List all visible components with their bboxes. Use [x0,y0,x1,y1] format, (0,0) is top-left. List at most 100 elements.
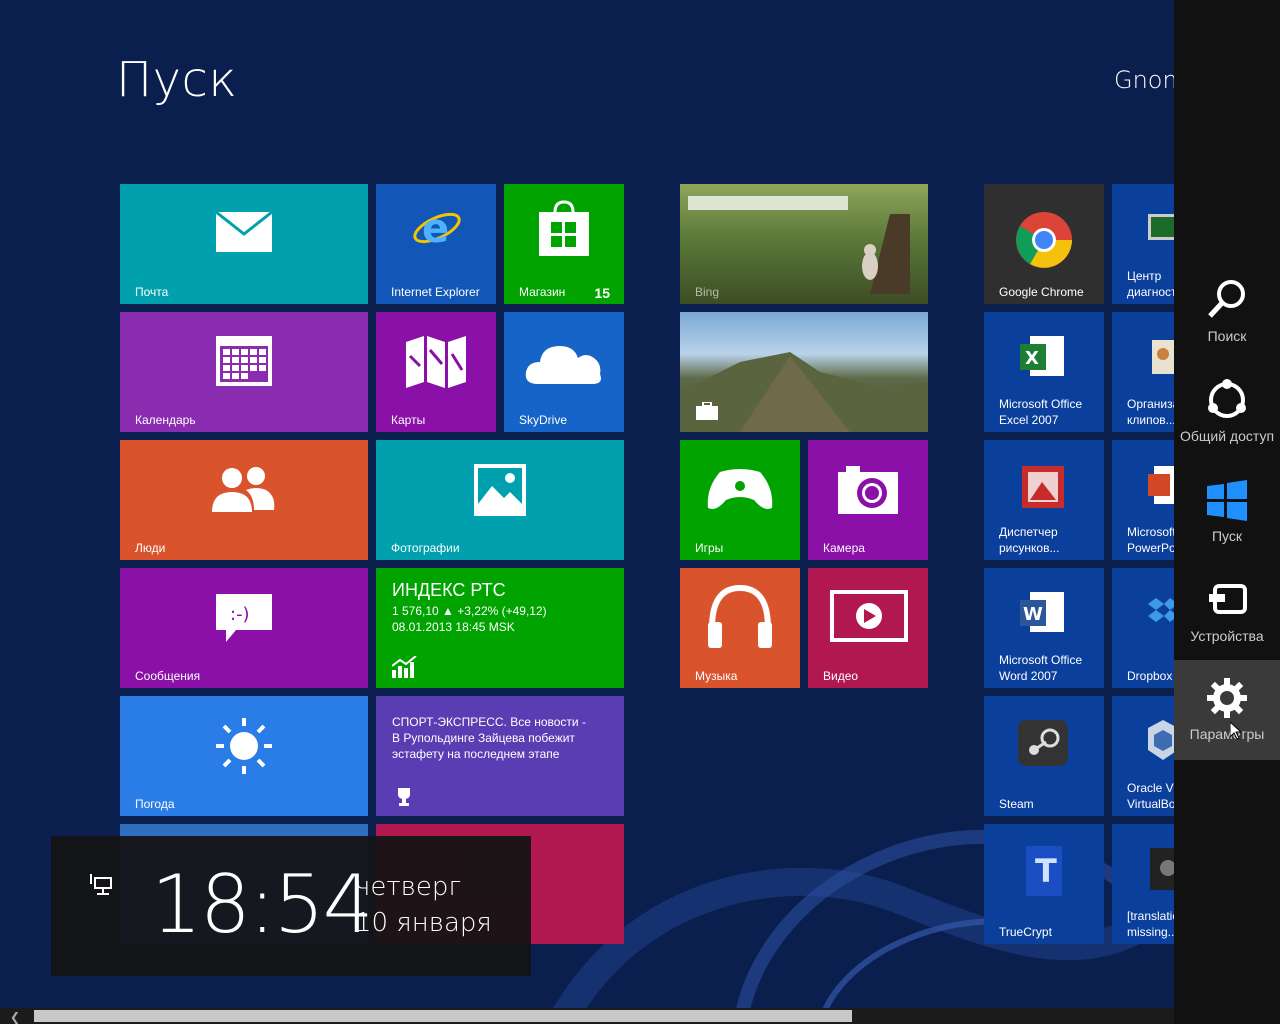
windows-logo-icon [1207,480,1247,521]
charm-devices[interactable]: Устройства [1174,562,1280,662]
clock-date: 10 января [355,908,492,938]
tile-skydrive[interactable]: SkyDrive [504,312,624,432]
gear-icon [1207,678,1247,718]
tile-powerpoint[interactable]: Microsoft Office PowerPoint [1112,440,1174,560]
tile-label: Диспетчер рисунков... [999,525,1060,555]
scroll-left-icon[interactable]: ❮ [10,1010,20,1024]
tile-label: Музыка [695,669,738,683]
tile-maps[interactable]: Карты [376,312,496,432]
suitcase-icon [696,402,718,420]
share-icon [1208,379,1246,418]
tile-clip-organizer[interactable]: Организатор клипов... [1112,312,1174,432]
clock-time: 18:54 [151,858,374,951]
scroll-thumb[interactable] [34,1010,852,1022]
store-bag-icon [539,200,589,256]
tile-messaging[interactable]: :-) Сообщения [120,568,368,688]
tile-label: [translation missing... [1127,909,1174,939]
horizontal-scrollbar[interactable]: ❮ [0,1008,1174,1024]
tile-steam[interactable]: Steam [984,696,1104,816]
tile-travel[interactable] [680,312,928,432]
tile-dropbox[interactable]: Dropbox [1112,568,1174,688]
camera-icon [838,466,898,514]
charm-settings[interactable]: Параметры [1174,660,1280,760]
clip-icon [1152,340,1174,374]
tile-label: Календарь [135,413,196,427]
people-icon [212,467,275,512]
tile-picture-manager[interactable]: Диспетчер рисунков... [984,440,1104,560]
tile-camera[interactable]: Камера [808,440,928,560]
powerpoint-icon [1148,466,1174,504]
devices-icon [1209,584,1247,614]
tile-label: TrueCrypt [999,925,1052,939]
steam-icon [1018,720,1068,766]
finance-date: 08.01.2013 18:45 MSK [392,620,515,634]
gamepad-icon [707,469,773,509]
cloud-icon [525,346,601,384]
photo-icon [474,464,526,516]
play-icon [830,590,908,642]
tile-word[interactable]: W Microsoft Office Word 2007 [984,568,1104,688]
charm-label: Пуск [1211,528,1243,544]
tile-photos[interactable]: Фотографии [376,440,624,560]
tile-label: Центр диагностики [1127,269,1174,299]
tile-music[interactable]: Музыка [680,568,800,688]
tile-weather[interactable]: Погода [120,696,368,816]
tile-label: Камера [823,541,865,555]
tile-diagnostics[interactable]: Центр диагностики [1112,184,1174,304]
tile-label: Steam [999,797,1034,811]
tile-sport-news[interactable]: СПОРТ-ЭКСПРЕСС. Все новости - В Рупольди… [376,696,624,816]
dropbox-icon [1148,598,1174,622]
tile-label: Microsoft Office Excel 2007 [999,397,1083,427]
chrome-icon [1016,212,1072,268]
tile-virtualbox[interactable]: Oracle VM VirtualBox [1112,696,1174,816]
tile-excel[interactable]: X Microsoft Office Excel 2007 [984,312,1104,432]
svg-text:X: X [1025,348,1039,369]
news-headline: СПОРТ-ЭКСПРЕСС. Все новости - В Рупольди… [392,715,586,761]
tile-label: Организатор клипов... [1127,397,1174,427]
tile-label: Видео [823,669,859,683]
svg-text:T: T [1035,852,1057,890]
virtualbox-icon [1148,720,1174,760]
bing-search-box[interactable] [688,196,848,210]
monitor-icon [1148,214,1174,240]
sun-icon [216,718,272,774]
tile-label: Сообщения [135,669,201,683]
tile-label: Microsoft Office PowerPoint [1127,525,1174,555]
tile-truecrypt[interactable]: T TrueCrypt [984,824,1104,944]
svg-text:e: e [422,206,449,252]
charm-label: Параметры [1189,726,1265,742]
charm-label: Устройства [1190,628,1264,644]
tile-label: Google Chrome [999,285,1084,299]
tile-mail[interactable]: Почта [120,184,368,304]
page-title: Пуск [116,52,238,108]
lock-clock-overlay: 18:54 четверг 10 января [51,836,531,976]
tile-internet-explorer[interactable]: e Internet Explorer [376,184,496,304]
tile-label: Почта [135,285,169,299]
tile-label: Dropbox [1127,669,1173,683]
excel-icon: X [1020,336,1064,376]
search-icon [1208,280,1245,318]
tile-calendar[interactable]: Календарь [120,312,368,432]
finance-title: ИНДЕКС РТС [392,580,506,600]
tile-video[interactable]: Видео [808,568,928,688]
app-icon [1150,848,1174,890]
store-badge: 15 [594,285,610,301]
charm-start[interactable]: Пуск [1174,462,1280,562]
tile-store[interactable]: Магазин 15 [504,184,624,304]
tile-label: Фотографии [391,541,460,555]
tile-google-chrome[interactable]: Google Chrome [984,184,1104,304]
tile-translation-missing[interactable]: [translation missing... [1112,824,1174,944]
charm-share[interactable]: Общий доступ [1174,362,1280,462]
tile-games[interactable]: Игры [680,440,800,560]
clock-day: четверг [355,872,462,902]
tile-bing[interactable]: Bing [680,184,928,304]
finance-value: 1 576,10 ▲ +3,22% (+49,12) [392,604,547,618]
headphones-icon [708,584,772,648]
tile-label: Bing [695,285,720,299]
tile-people[interactable]: Люди [120,440,368,560]
tile-finance[interactable]: ИНДЕКС РТС 1 576,10 ▲ +3,22% (+49,12) 08… [376,568,624,688]
charm-search[interactable]: Поиск [1174,262,1280,362]
tile-label: Карты [391,413,426,427]
word-icon: W [1020,592,1064,632]
tile-label: Погода [135,797,175,811]
